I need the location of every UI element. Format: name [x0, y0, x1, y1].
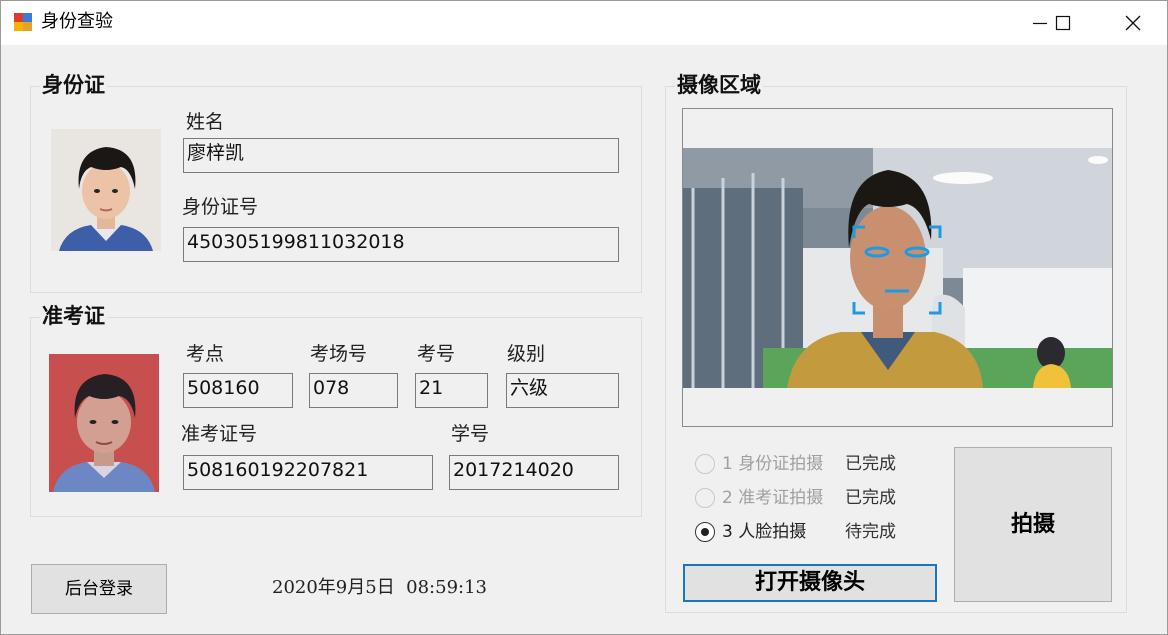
window-title: 身份查验	[41, 11, 113, 32]
student-number-label: 学号	[451, 423, 490, 445]
step-radio-face-button[interactable]	[695, 522, 715, 542]
level-label: 级别	[507, 343, 546, 365]
ticket-number-field[interactable]: 508160192207821	[183, 455, 433, 490]
id-number-label: 身份证号	[182, 196, 259, 218]
step-radio-face[interactable]: 3 人脸拍摄 待完成	[695, 520, 935, 544]
title-bar: 身份查验	[1, 1, 1167, 45]
step-radio-admission-ticket-label: 2 准考证拍摄	[722, 488, 824, 508]
maximize-icon	[1055, 15, 1071, 31]
face-detect-icon	[852, 225, 942, 315]
step-radio-face-label: 3 人脸拍摄	[722, 522, 807, 542]
open-camera-button[interactable]: 打开摄像头	[683, 564, 937, 602]
id-card-photo	[51, 129, 161, 251]
id-number-field[interactable]: 450305199811032018	[183, 227, 619, 262]
maximize-button[interactable]	[1040, 1, 1086, 45]
step-status-admission-ticket: 已完成	[845, 488, 896, 508]
exam-room-field[interactable]: 078	[309, 373, 398, 408]
datetime-display: 2020年9月5日 08:59:13	[272, 577, 487, 598]
name-label: 姓名	[186, 111, 225, 133]
step-radio-admission-ticket[interactable]: 2 准考证拍摄 已完成	[695, 486, 935, 510]
seat-number-label: 考号	[417, 343, 456, 365]
admission-ticket-section-title: 准考证	[40, 303, 107, 329]
step-radio-admission-ticket-button[interactable]	[695, 488, 715, 508]
admission-ticket-photo	[49, 354, 159, 492]
close-icon	[1125, 15, 1141, 31]
camera-preview-frame	[682, 108, 1113, 427]
exam-room-label: 考场号	[310, 343, 368, 365]
capture-button[interactable]: 拍摄	[954, 447, 1112, 602]
id-card-section-title: 身份证	[40, 72, 107, 98]
step-radio-id-card-button[interactable]	[695, 454, 715, 474]
camera-feed-image	[683, 148, 1112, 388]
level-field[interactable]: 六级	[506, 373, 619, 408]
camera-section-title: 摄像区域	[675, 72, 763, 98]
main-window: 身份查验 身份证 姓名 廖梓凯 身份证号 450305199811032018	[0, 0, 1168, 635]
step-status-face: 待完成	[845, 522, 896, 542]
app-icon	[14, 13, 34, 33]
step-radio-id-card[interactable]: 1 身份证拍摄 已完成	[695, 452, 935, 476]
step-radio-id-card-label: 1 身份证拍摄	[722, 454, 824, 474]
step-status-id-card: 已完成	[845, 454, 896, 474]
student-number-field[interactable]: 2017214020	[449, 455, 619, 490]
name-field[interactable]: 廖梓凯	[183, 138, 619, 173]
admin-login-button[interactable]: 后台登录	[31, 564, 167, 614]
seat-number-field[interactable]: 21	[415, 373, 488, 408]
exam-site-label: 考点	[186, 343, 225, 365]
exam-site-field[interactable]: 508160	[183, 373, 293, 408]
close-button[interactable]	[1110, 1, 1156, 45]
ticket-number-label: 准考证号	[181, 423, 258, 445]
